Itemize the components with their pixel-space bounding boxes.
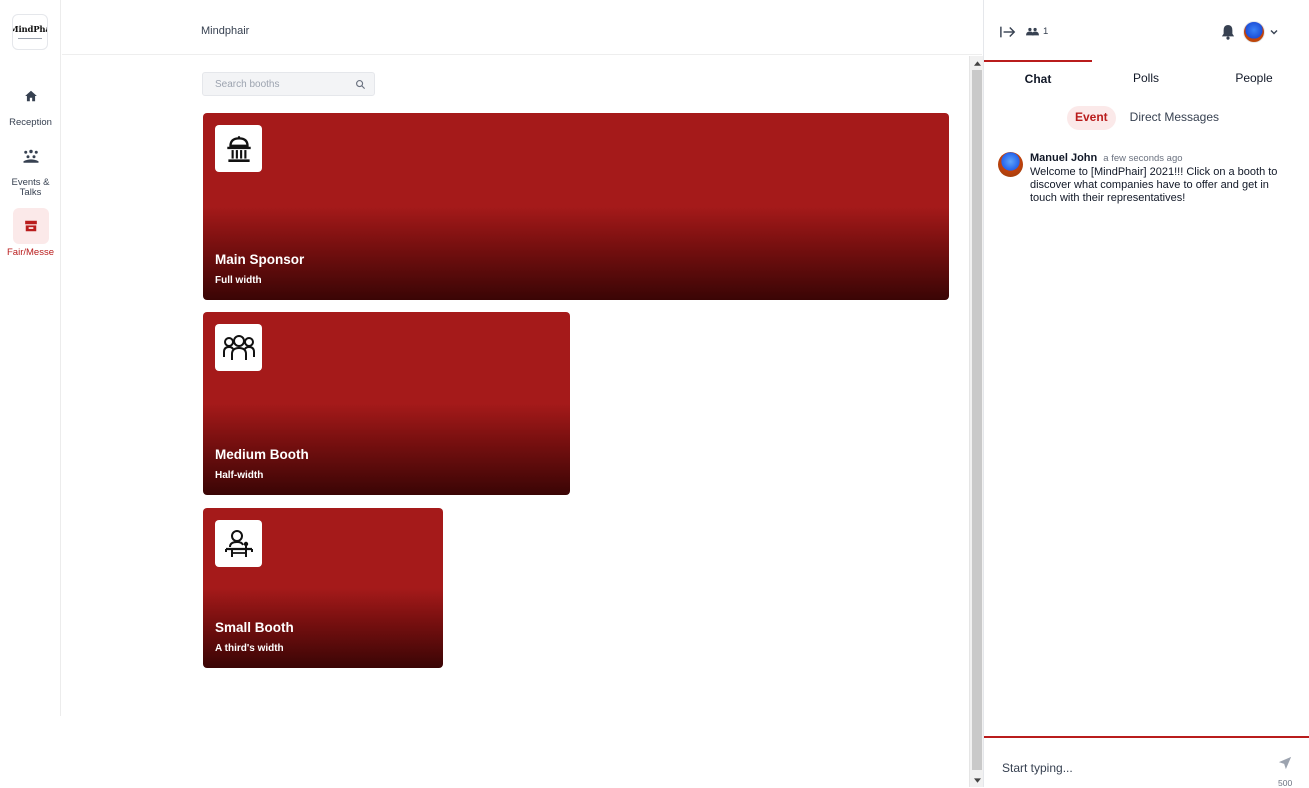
booth-icon xyxy=(12,208,49,244)
panel-tabs: Chat Polls People xyxy=(984,60,1309,96)
nav-item-reception[interactable]: Reception xyxy=(0,78,61,128)
participant-count-value: 1 xyxy=(1043,26,1049,37)
booth-name: Medium Booth xyxy=(215,447,309,462)
message-header: Manuel John a few seconds ago xyxy=(1030,152,1183,164)
message-author[interactable]: Manuel John xyxy=(1030,152,1097,164)
participant-count[interactable]: 1 xyxy=(1026,26,1048,37)
booth-card-medium[interactable]: Medium Booth Half-width xyxy=(203,312,570,495)
tab-chat[interactable]: Chat xyxy=(984,60,1092,96)
top-bar: Mindphair xyxy=(62,0,982,55)
scroll-up-icon[interactable] xyxy=(970,56,984,70)
main-scrollbar[interactable] xyxy=(969,56,983,787)
nav-item-fair-messe[interactable]: Fair/Messe xyxy=(0,208,61,258)
booth-name: Small Booth xyxy=(215,620,294,635)
app-logo[interactable]: MindPha xyxy=(12,14,48,50)
audience-icon xyxy=(13,138,49,174)
message-input[interactable] xyxy=(1002,760,1262,776)
person-at-desk-icon xyxy=(215,520,262,567)
nav-item-label: Fair/Messe xyxy=(7,247,54,258)
logo-text: MindPha xyxy=(13,25,47,35)
search-input[interactable] xyxy=(203,73,374,95)
left-navigation: MindPha Reception Events & Talks Fair/Me… xyxy=(0,0,61,716)
government-building-icon xyxy=(215,125,262,172)
tab-polls[interactable]: Polls xyxy=(1092,60,1200,96)
subtab-event[interactable]: Event xyxy=(1066,106,1116,130)
event-title: Mindphair xyxy=(201,25,250,37)
side-panel: 1 Chat Polls People Event Direct Message… xyxy=(983,0,1309,788)
search-icon[interactable] xyxy=(355,79,366,90)
user-avatar[interactable] xyxy=(1243,21,1265,43)
tab-people[interactable]: People xyxy=(1200,60,1308,96)
message-composer: 500 xyxy=(984,736,1309,788)
avatar[interactable] xyxy=(998,152,1023,177)
nav-item-label: Events & Talks xyxy=(11,177,50,198)
chevron-down-icon[interactable] xyxy=(1269,27,1279,37)
scroll-thumb[interactable] xyxy=(972,70,982,770)
bell-icon[interactable] xyxy=(1221,24,1235,40)
panel-header: 1 xyxy=(984,0,1309,60)
booth-name: Main Sponsor xyxy=(215,252,305,267)
chat-subtabs: Event Direct Messages xyxy=(984,106,1309,130)
collapse-panel-icon[interactable] xyxy=(1000,25,1016,39)
booth-description: Half-width xyxy=(215,470,264,481)
booth-card-small[interactable]: Small Booth A third's width xyxy=(203,508,443,668)
message-timestamp: a few seconds ago xyxy=(1103,153,1183,164)
send-icon[interactable] xyxy=(1278,756,1292,770)
nav-item-events-talks[interactable]: Events & Talks xyxy=(0,138,61,198)
message-text: Welcome to [MindPhair] 2021!!! Click on … xyxy=(1030,166,1278,204)
subtab-direct-messages[interactable]: Direct Messages xyxy=(1122,106,1227,130)
booth-card-main-sponsor[interactable]: Main Sponsor Full width xyxy=(203,113,949,300)
home-icon xyxy=(13,78,49,114)
group-people-icon xyxy=(215,324,262,371)
scroll-down-icon[interactable] xyxy=(970,773,984,787)
booth-description: Full width xyxy=(215,275,262,286)
booth-description: A third's width xyxy=(215,643,284,654)
users-icon xyxy=(1026,27,1039,36)
booth-search xyxy=(202,72,375,96)
nav-item-label: Reception xyxy=(9,117,52,128)
